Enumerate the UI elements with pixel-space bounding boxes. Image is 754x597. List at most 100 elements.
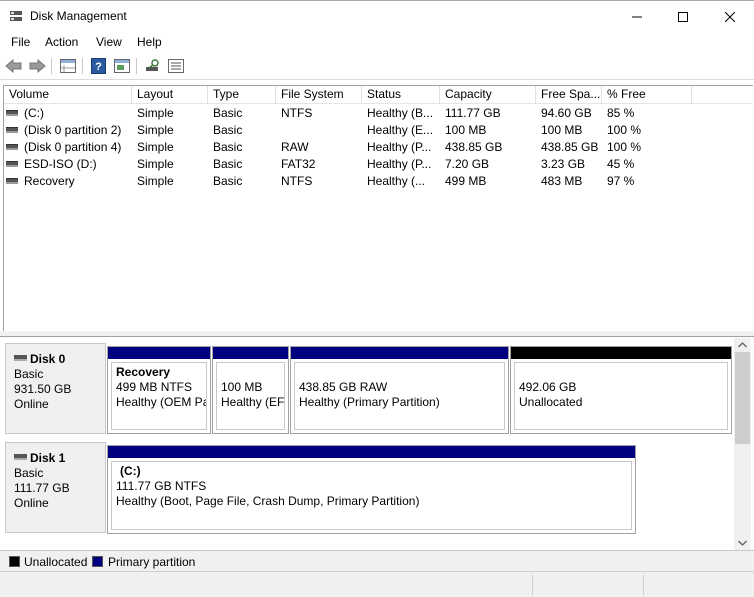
layout-cell: Simple: [137, 174, 174, 188]
partition-info: 100 MB Healthy (EFI: [216, 362, 285, 430]
status-divider: [643, 575, 644, 595]
partition-name: Recovery: [116, 365, 171, 379]
type-cell: Basic: [213, 157, 243, 171]
disk-0-label[interactable]: Disk 0 Basic 931.50 GB Online: [5, 343, 106, 434]
column-header-status[interactable]: Status: [362, 86, 440, 104]
type-cell: Basic: [213, 140, 243, 154]
forward-button[interactable]: [27, 57, 47, 75]
scrollbar-thumb[interactable]: [735, 352, 750, 444]
toolbar-separator: [136, 58, 137, 74]
drive-icon: [6, 160, 18, 167]
percent-free-cell: 97 %: [607, 174, 635, 188]
menu-bar: File Action View Help: [0, 31, 754, 53]
disk-icon: [14, 453, 27, 460]
legend-label-unallocated: Unallocated: [24, 555, 88, 569]
minimize-button[interactable]: [614, 1, 660, 32]
drive-icon: [6, 109, 18, 116]
capacity-cell: 111.77 GB: [445, 106, 501, 120]
partition-recovery[interactable]: Recovery 499 MB NTFS Healthy (OEM Pa: [107, 346, 211, 434]
legend-label-primary: Primary partition: [108, 555, 196, 569]
type-cell: Basic: [213, 174, 243, 188]
partition-status: Healthy (Boot, Page File, Crash Dump, Pr…: [116, 494, 420, 508]
partition-name: [221, 365, 280, 380]
disk-name: Disk 0: [30, 352, 66, 366]
column-header-file-system[interactable]: File System: [276, 86, 362, 104]
menu-file[interactable]: File: [11, 35, 30, 49]
partition-name: [299, 365, 500, 380]
column-header-volume[interactable]: Volume: [4, 86, 132, 104]
scroll-down-button[interactable]: [734, 536, 751, 550]
close-icon: [725, 11, 735, 22]
partition-bar: [108, 446, 635, 458]
maximize-icon: [678, 11, 688, 22]
volume-list: Volume Layout Type File System Status Ca…: [3, 85, 753, 331]
capacity-cell: 438.85 GB: [445, 140, 503, 154]
table-row[interactable]: ESD-ISO (D:) Simple Basic FAT32 Healthy …: [4, 156, 752, 173]
partition-unallocated[interactable]: 492.06 GB Unallocated: [510, 346, 732, 434]
status-cell: Healthy (E...: [367, 123, 434, 137]
capacity-cell: 499 MB: [445, 174, 487, 188]
menu-action[interactable]: Action: [45, 35, 78, 49]
volume-cell: (C:): [6, 105, 130, 122]
disk-pane-scrollbar[interactable]: [734, 338, 751, 550]
table-row[interactable]: (Disk 0 partition 4) Simple Basic RAW He…: [4, 139, 752, 156]
disk-name: Disk 1: [30, 451, 66, 465]
disk-kind: Basic: [14, 367, 44, 381]
partition-size: 438.85 GB RAW: [299, 380, 388, 394]
disk-list-button[interactable]: [166, 57, 186, 75]
minimize-icon: [632, 16, 642, 17]
column-header-capacity[interactable]: Capacity: [440, 86, 536, 104]
disk-state: Online: [14, 397, 49, 411]
close-button[interactable]: [707, 1, 753, 32]
free-space-cell: 3.23 GB: [541, 157, 586, 171]
help-icon: ?: [91, 58, 106, 74]
scroll-up-button[interactable]: [734, 338, 751, 352]
partition-raw[interactable]: 438.85 GB RAW Healthy (Primary Partition…: [290, 346, 509, 434]
pane-splitter[interactable]: [0, 331, 754, 337]
type-cell: Basic: [213, 123, 243, 137]
console-button[interactable]: [112, 57, 132, 75]
disk-management-icon: [9, 9, 23, 23]
partition-name: (C:): [120, 464, 141, 478]
menu-view[interactable]: View: [96, 35, 122, 49]
partition-c-drive[interactable]: (C:) 111.77 GB NTFS Healthy (Boot, Page …: [107, 445, 636, 534]
table-row[interactable]: (Disk 0 partition 2) Simple Basic Health…: [4, 122, 752, 139]
status-divider: [532, 575, 533, 595]
chevron-down-icon: [738, 540, 747, 546]
column-header-layout[interactable]: Layout: [132, 86, 208, 104]
disk-1-label[interactable]: Disk 1 Basic 111.77 GB Online: [5, 442, 106, 533]
forward-arrow-icon: [29, 59, 46, 73]
chevron-up-icon: [738, 342, 747, 348]
column-header-filler: [692, 86, 752, 104]
partition-status: Healthy (EFI: [221, 395, 285, 409]
volume-cell: Recovery: [6, 173, 130, 190]
status-cell: Healthy (P...: [367, 140, 432, 154]
status-cell: Healthy (P...: [367, 157, 432, 171]
partition-status: Healthy (Primary Partition): [299, 395, 440, 409]
drive-icon: [6, 126, 18, 133]
table-row[interactable]: Recovery Simple Basic NTFS Healthy (... …: [4, 173, 752, 190]
properties-button[interactable]: [58, 57, 78, 75]
free-space-cell: 438.85 GB: [541, 140, 599, 154]
drive-icon: [6, 177, 18, 184]
partition-name: [519, 365, 723, 380]
column-header-percent-free[interactable]: % Free: [602, 86, 692, 104]
legend-swatch-primary: [92, 556, 103, 567]
drive-icon: [6, 143, 18, 150]
maximize-button[interactable]: [660, 1, 706, 32]
legend-swatch-unallocated: [9, 556, 20, 567]
menu-help[interactable]: Help: [137, 35, 162, 49]
volume-cell: (Disk 0 partition 4): [6, 139, 130, 156]
type-cell: Basic: [213, 106, 243, 120]
column-header-free-space[interactable]: Free Spa...: [536, 86, 602, 104]
table-row[interactable]: (C:) Simple Basic NTFS Healthy (B... 111…: [4, 105, 752, 122]
disk-size: 931.50 GB: [14, 382, 72, 396]
toolbar: ?: [0, 53, 754, 80]
rescan-disks-button[interactable]: [143, 57, 163, 75]
column-header-type[interactable]: Type: [208, 86, 276, 104]
help-button[interactable]: ?: [89, 57, 109, 75]
partition-status: Unallocated: [519, 395, 583, 409]
partition-efi[interactable]: 100 MB Healthy (EFI: [212, 346, 289, 434]
capacity-cell: 7.20 GB: [445, 157, 490, 171]
back-button[interactable]: [4, 57, 24, 75]
